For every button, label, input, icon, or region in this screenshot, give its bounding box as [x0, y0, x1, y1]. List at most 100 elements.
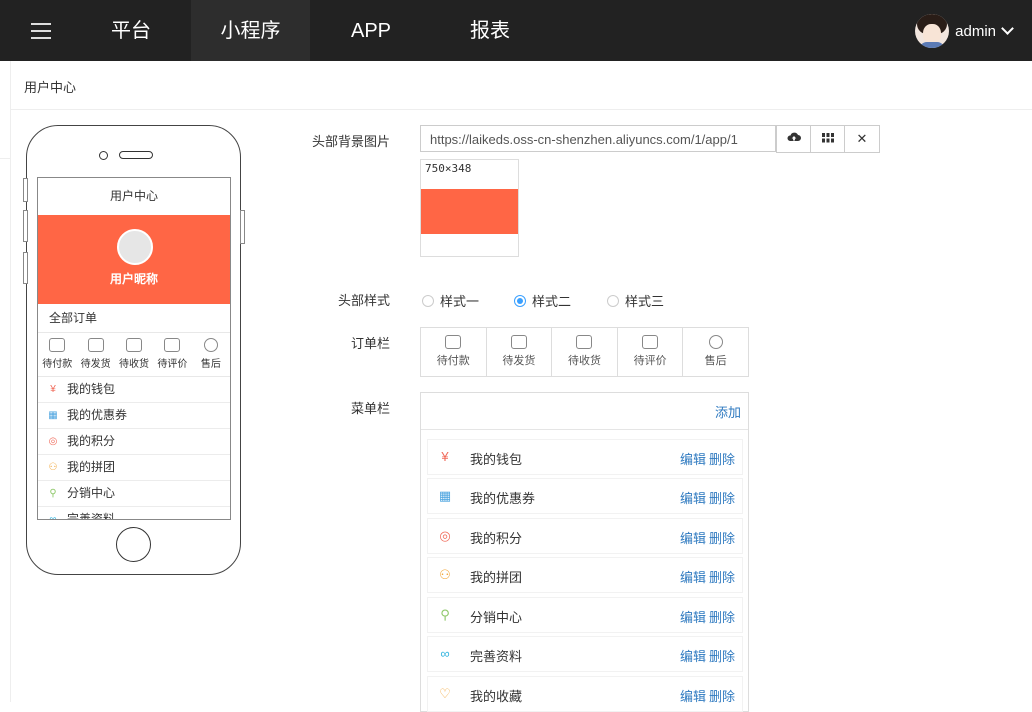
menu-row: ⚇ 我的拼团 编辑 删除: [428, 558, 742, 592]
top-navbar: 平台 小程序 APP 报表 admin: [0, 0, 1032, 61]
wallet-icon: ¥: [441, 449, 449, 464]
breadcrumb-divider: [10, 109, 1032, 110]
screen-menu-item: ▦ 我的优惠券: [38, 403, 230, 429]
user-menu[interactable]: admin: [915, 13, 1014, 49]
menu-item-name: 完善资料: [470, 649, 523, 664]
screen-orders-title: 全部订单: [38, 304, 230, 333]
link-icon: ∞: [440, 646, 450, 661]
menu-row: ◎ 我的积分 编辑 删除: [428, 519, 742, 553]
edit-button[interactable]: 编辑: [680, 449, 706, 468]
screen-menu-item: ⚇ 我的拼团: [38, 455, 230, 481]
edit-button[interactable]: 编辑: [680, 646, 706, 665]
service-icon: [708, 335, 723, 349]
nav-report[interactable]: 报表: [449, 0, 531, 61]
phone-side-button: [240, 210, 245, 244]
service-icon: [203, 338, 218, 352]
style-option-1[interactable]: 样式一: [422, 291, 479, 310]
clear-button[interactable]: ✕: [844, 125, 880, 153]
delete-button[interactable]: 删除: [709, 449, 735, 468]
delete-button[interactable]: 删除: [709, 567, 735, 586]
style-option-3[interactable]: 样式三: [607, 291, 664, 310]
menu-item-name: 我的积分: [470, 531, 523, 546]
truck-icon: [576, 335, 593, 349]
edit-button[interactable]: 编辑: [680, 686, 706, 705]
phone-side-button: [23, 178, 28, 202]
points-icon: ◎: [439, 528, 451, 543]
style-option-2[interactable]: 样式二: [514, 291, 571, 310]
screen-avatar: [117, 229, 153, 265]
screen-menu: ¥ 我的钱包 ▦ 我的优惠券 ◎ 我的积分 ⚇ 我的拼团 ⚲ 分销中心 ∞ 完善资料: [38, 377, 230, 520]
order-bar-item[interactable]: 待收货: [552, 328, 618, 376]
menu-row: ⚲ 分销中心 编辑 删除: [428, 598, 742, 632]
screen-menu-item: ⚲ 分销中心: [38, 481, 230, 507]
screen-menu-item: ◎ 我的积分: [38, 429, 230, 455]
coupon-icon: ▦: [48, 410, 58, 421]
edit-button[interactable]: 编辑: [680, 567, 706, 586]
radio-icon: [607, 294, 619, 307]
order-bar-item[interactable]: 待付款: [421, 328, 487, 376]
heart-icon: ♡: [439, 686, 451, 701]
menu-toggle-icon[interactable]: [31, 23, 51, 39]
wallet-icon: [445, 335, 462, 349]
menu-row: ♡ 我的收藏 编辑 删除: [428, 677, 742, 711]
group-icon: ⚇: [48, 462, 58, 473]
image-size-text: 750×348: [425, 162, 472, 175]
screen-nickname: 用户昵称: [109, 272, 158, 286]
bg-image-url-input[interactable]: https://laikeds.oss-cn-shenzhen.aliyuncs…: [420, 125, 776, 152]
delete-button[interactable]: 删除: [709, 528, 735, 547]
menu-row: ¥ 我的钱包 编辑 删除: [428, 440, 742, 474]
menu-bar-label: 菜单栏: [350, 401, 390, 416]
coupon-icon: ▦: [438, 488, 452, 503]
screen-header: 用户昵称: [38, 215, 230, 304]
menu-item-name: 我的拼团: [470, 570, 523, 585]
screen-order-item: 待付款: [38, 333, 76, 376]
add-menu-button[interactable]: 添加: [715, 402, 741, 421]
radio-icon: [422, 294, 434, 307]
screen-order-item: 待收货: [115, 333, 153, 376]
order-bar-item[interactable]: 待发货: [487, 328, 553, 376]
header-style-label: 头部样式: [337, 293, 390, 308]
edit-button[interactable]: 编辑: [680, 528, 706, 547]
group-icon: ⚇: [439, 567, 451, 582]
box-icon: [87, 338, 104, 352]
gallery-button[interactable]: [810, 125, 845, 153]
username: admin: [955, 22, 996, 40]
nav-app[interactable]: APP: [330, 0, 412, 61]
menu-row: ▦ 我的优惠券 编辑 删除: [428, 479, 742, 513]
order-bar-item[interactable]: 待评价: [618, 328, 684, 376]
wallet-icon: [49, 338, 66, 352]
screen-menu-item: ¥ 我的钱包: [38, 377, 230, 403]
edit-button[interactable]: 编辑: [680, 488, 706, 507]
delete-button[interactable]: 删除: [709, 488, 735, 507]
screen-order-item: 待评价: [153, 333, 191, 376]
phone-speaker: [119, 151, 153, 159]
phone-side-button: [23, 252, 28, 284]
chevron-down-icon: [1001, 22, 1014, 35]
bg-image-fill: [421, 189, 518, 234]
divider: [421, 429, 748, 430]
order-bar: 待付款 待发货 待收货 待评价 售后: [420, 327, 749, 377]
distribution-icon: ⚲: [440, 607, 450, 622]
menu-item-name: 我的钱包: [470, 452, 523, 467]
edit-button[interactable]: 编辑: [680, 607, 706, 626]
close-icon: ✕: [856, 131, 868, 146]
nav-miniprogram[interactable]: 小程序: [191, 0, 310, 61]
screen-orders: 待付款 待发货 待收货 待评价 售后: [38, 333, 230, 377]
delete-button[interactable]: 删除: [709, 646, 735, 665]
screen-menu-item: ∞ 完善资料: [38, 507, 230, 520]
delete-button[interactable]: 删除: [709, 607, 735, 626]
comment-icon: [164, 338, 181, 352]
screen-order-item: 待发货: [76, 333, 114, 376]
truck-icon: [126, 338, 143, 352]
nav-platform[interactable]: 平台: [90, 0, 172, 61]
phone-screen: 用户中心 用户昵称 全部订单 待付款 待发货 待收货 待评价 售后 ¥ 我的钱包 …: [37, 177, 231, 520]
breadcrumb: 用户中心: [24, 80, 77, 95]
upload-button[interactable]: [776, 125, 811, 153]
link-icon: ∞: [49, 514, 57, 520]
phone-side-button: [23, 210, 28, 242]
radio-checked-icon: [514, 294, 526, 307]
phone-preview: 用户中心 用户昵称 全部订单 待付款 待发货 待收货 待评价 售后 ¥ 我的钱包 …: [23, 125, 245, 575]
distribution-icon: ⚲: [49, 488, 57, 499]
order-bar-item[interactable]: 售后: [683, 328, 748, 376]
delete-button[interactable]: 删除: [709, 686, 735, 705]
